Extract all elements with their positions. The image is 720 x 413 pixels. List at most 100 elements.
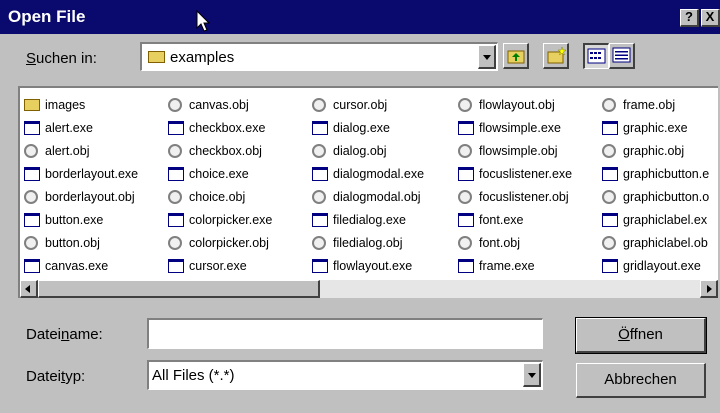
filetype-combo[interactable]: All Files (*.*): [147, 360, 543, 390]
list-item[interactable]: dialogmodal.obj: [312, 185, 424, 208]
obj-file-icon: [312, 97, 326, 112]
list-view-button[interactable]: [583, 43, 609, 69]
scroll-right-button[interactable]: [700, 280, 718, 298]
list-item[interactable]: button.exe: [24, 208, 138, 231]
file-name: canvas.exe: [45, 258, 109, 273]
file-name: gridlayout.exe: [623, 258, 701, 273]
list-item[interactable]: flowsimple.exe: [458, 116, 572, 139]
scroll-left-button[interactable]: [20, 280, 38, 298]
list-item[interactable]: dialogmodal.exe: [312, 162, 424, 185]
obj-file-icon: [24, 143, 38, 158]
exe-file-icon: [602, 120, 618, 135]
up-one-level-button[interactable]: [503, 43, 529, 69]
obj-file-icon: [24, 235, 38, 250]
list-item[interactable]: colorpicker.exe: [168, 208, 272, 231]
list-item[interactable]: filedialog.exe: [312, 208, 424, 231]
open-button[interactable]: Öffnen: [575, 317, 707, 354]
file-name: borderlayout.obj: [45, 189, 135, 204]
title-bar[interactable]: Open File ? X: [0, 0, 720, 34]
list-item[interactable]: graphic.exe: [602, 116, 709, 139]
file-name: graphiclabel.ob: [623, 235, 708, 250]
file-name: flowlayout.exe: [333, 258, 413, 273]
file-name: focuslistener.obj: [479, 189, 569, 204]
exe-file-icon: [602, 212, 618, 227]
list-item[interactable]: cursor.obj: [312, 93, 424, 116]
new-folder-icon: [547, 46, 567, 64]
file-list[interactable]: images alert.exe alert.obj borderlayout.…: [18, 86, 718, 298]
file-name: choice.obj: [189, 189, 246, 204]
filetype-dropdown-button[interactable]: [523, 363, 541, 387]
list-item[interactable]: graphicbutton.e: [602, 162, 709, 185]
list-item[interactable]: flowlayout.obj: [458, 93, 572, 116]
obj-file-icon: [312, 143, 326, 158]
horizontal-scrollbar[interactable]: [20, 280, 718, 298]
new-folder-button[interactable]: [543, 43, 569, 69]
list-item[interactable]: cursor.exe: [168, 254, 272, 277]
mouse-pointer-icon: [196, 10, 210, 32]
obj-file-icon: [458, 143, 472, 158]
list-item[interactable]: checkbox.obj: [168, 139, 272, 162]
list-item[interactable]: canvas.obj: [168, 93, 272, 116]
list-item[interactable]: choice.obj: [168, 185, 272, 208]
obj-file-icon: [602, 143, 616, 158]
list-item[interactable]: graphicbutton.o: [602, 185, 709, 208]
file-name: checkbox.obj: [189, 143, 262, 158]
file-name: frame.obj: [623, 97, 676, 112]
cancel-button[interactable]: Abbrechen: [576, 363, 706, 398]
list-item[interactable]: flowsimple.obj: [458, 139, 572, 162]
filename-input[interactable]: [147, 318, 543, 349]
scroll-thumb[interactable]: [38, 280, 320, 298]
list-item[interactable]: choice.exe: [168, 162, 272, 185]
exe-file-icon: [168, 120, 184, 135]
file-name: button.obj: [45, 235, 100, 250]
list-item[interactable]: colorpicker.obj: [168, 231, 272, 254]
list-item[interactable]: borderlayout.exe: [24, 162, 138, 185]
list-item[interactable]: font.obj: [458, 231, 572, 254]
obj-file-icon: [312, 235, 326, 250]
file-name: cursor.obj: [333, 97, 388, 112]
list-item[interactable]: dialog.obj: [312, 139, 424, 162]
list-item[interactable]: focuslistener.obj: [458, 185, 572, 208]
list-item[interactable]: alert.exe: [24, 116, 138, 139]
exe-file-icon: [312, 166, 328, 181]
file-name: canvas.obj: [189, 97, 249, 112]
lookin-combo[interactable]: examples: [140, 42, 498, 71]
list-item[interactable]: graphiclabel.ex: [602, 208, 709, 231]
exe-file-icon: [458, 258, 474, 273]
list-item[interactable]: alert.obj: [24, 139, 138, 162]
exe-file-icon: [168, 258, 184, 273]
list-item[interactable]: checkbox.exe: [168, 116, 272, 139]
details-view-button[interactable]: [609, 43, 635, 69]
help-button[interactable]: ?: [680, 9, 699, 27]
file-column-2: canvas.obj checkbox.exe checkbox.obj cho…: [168, 93, 272, 277]
list-item[interactable]: images: [24, 93, 138, 116]
file-name: frame.exe: [479, 258, 535, 273]
obj-file-icon: [458, 235, 472, 250]
list-item[interactable]: filedialog.obj: [312, 231, 424, 254]
list-item[interactable]: borderlayout.obj: [24, 185, 138, 208]
list-item[interactable]: dialog.exe: [312, 116, 424, 139]
exe-file-icon: [458, 120, 474, 135]
close-button[interactable]: X: [701, 9, 720, 27]
list-item[interactable]: focuslistener.exe: [458, 162, 572, 185]
lookin-dropdown-button[interactable]: [478, 45, 496, 69]
folder-icon: [24, 98, 40, 111]
list-item[interactable]: button.obj: [24, 231, 138, 254]
file-name: cursor.exe: [189, 258, 247, 273]
list-item[interactable]: gridlayout.exe: [602, 254, 709, 277]
list-item[interactable]: frame.exe: [458, 254, 572, 277]
file-name: flowsimple.exe: [479, 120, 561, 135]
list-item[interactable]: font.exe: [458, 208, 572, 231]
obj-file-icon: [602, 189, 616, 204]
obj-file-icon: [24, 189, 38, 204]
list-item[interactable]: frame.obj: [602, 93, 709, 116]
list-item[interactable]: graphic.obj: [602, 139, 709, 162]
file-name: dialog.exe: [333, 120, 390, 135]
file-name: alert.exe: [45, 120, 93, 135]
obj-file-icon: [168, 97, 182, 112]
list-item[interactable]: graphiclabel.ob: [602, 231, 709, 254]
list-item[interactable]: canvas.exe: [24, 254, 138, 277]
list-item[interactable]: flowlayout.exe: [312, 254, 424, 277]
details-view-icon: [612, 47, 631, 63]
exe-file-icon: [458, 166, 474, 181]
